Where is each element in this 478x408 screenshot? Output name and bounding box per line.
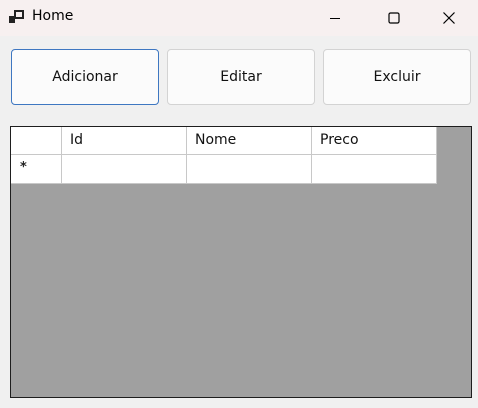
- close-button[interactable]: [420, 0, 478, 36]
- minimize-icon: [330, 18, 340, 19]
- column-header-id[interactable]: Id: [62, 127, 187, 155]
- new-row-marker-icon: *: [20, 160, 27, 175]
- app-window-icon: [9, 10, 24, 23]
- title-bar[interactable]: Home: [0, 0, 478, 36]
- maximize-button[interactable]: [365, 0, 423, 36]
- window-title: Home: [32, 8, 74, 24]
- new-row-cell-nome[interactable]: [187, 155, 312, 184]
- add-button[interactable]: Adicionar: [11, 49, 159, 105]
- data-grid[interactable]: Id Nome Preco *: [10, 126, 472, 398]
- new-row-cell-id[interactable]: [62, 155, 187, 184]
- edit-button[interactable]: Editar: [167, 49, 315, 105]
- close-icon: [443, 12, 455, 24]
- row-header-corner[interactable]: [11, 127, 62, 155]
- minimize-button[interactable]: [306, 0, 364, 36]
- column-header-nome[interactable]: Nome: [187, 127, 312, 155]
- column-header-preco[interactable]: Preco: [312, 127, 437, 155]
- new-row-header[interactable]: *: [11, 155, 62, 184]
- maximize-icon: [388, 12, 400, 24]
- new-row-cell-preco[interactable]: [312, 155, 437, 184]
- delete-button[interactable]: Excluir: [323, 49, 471, 105]
